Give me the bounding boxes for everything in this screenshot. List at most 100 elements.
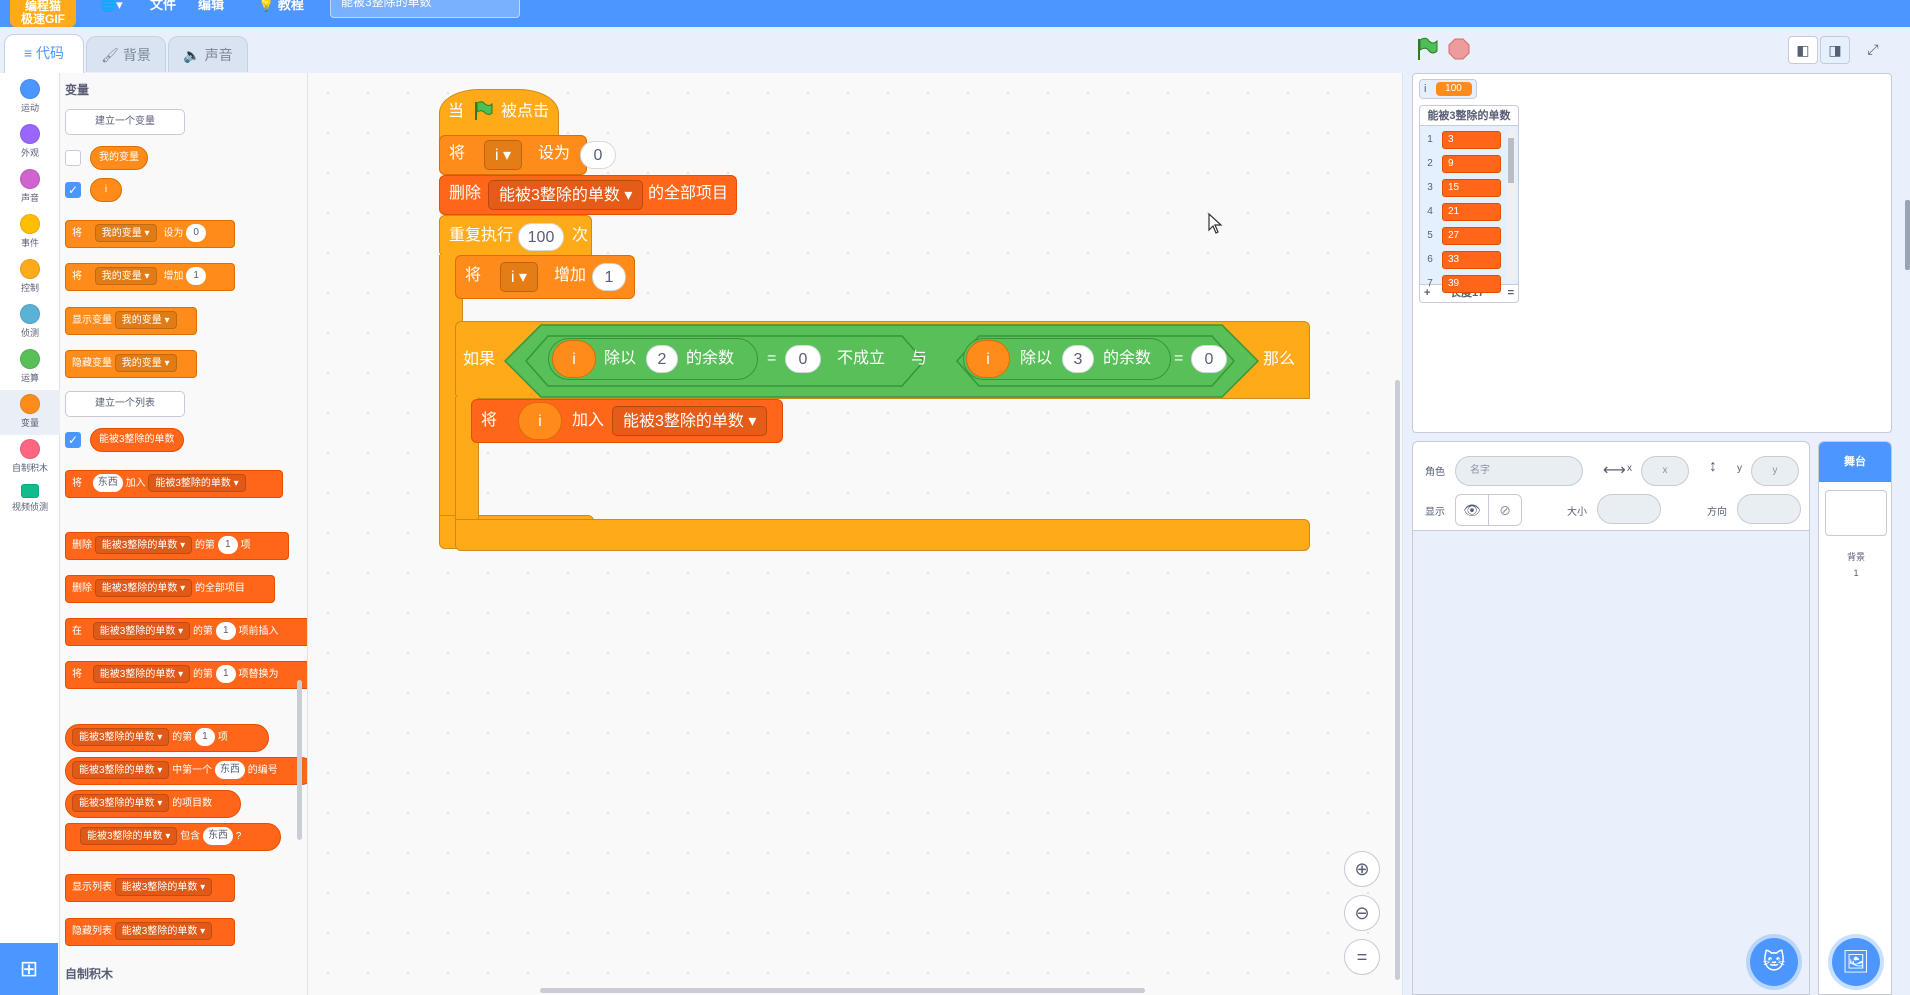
delete-index-input[interactable]: 1 [217, 536, 238, 555]
hide-list-block[interactable]: 隐藏列表 能被3整除的单数 ▾ [65, 918, 235, 946]
set-value-input[interactable]: 0 [186, 224, 207, 243]
category-8[interactable]: 变量 [0, 390, 60, 435]
variable-checkbox-my[interactable] [65, 150, 81, 166]
tab-code[interactable]: ≡ 代码 [4, 34, 84, 74]
list-row-value[interactable]: 39 [1442, 275, 1501, 293]
item-of-list-reporter[interactable]: 能被3整除的单数 ▾ 的第 1 项 [65, 724, 269, 752]
hide-sprite-button[interactable]: ⊘ [1488, 494, 1522, 526]
show-variable-dropdown[interactable]: 我的变量 ▾ [114, 311, 177, 330]
zoom-reset-button[interactable]: = [1344, 939, 1380, 975]
divisor-input-2[interactable]: 3 [1062, 345, 1094, 373]
tutorial-menu[interactable]: 💡 教程 [258, 0, 304, 27]
index-list-dropdown[interactable]: 能被3整除的单数 ▾ [72, 761, 170, 780]
variable-reporter-my[interactable]: 我的变量 [90, 146, 148, 170]
compare-input-2[interactable]: 0 [1191, 345, 1227, 373]
direction-input[interactable] [1737, 494, 1801, 524]
hide-variable-block[interactable]: 隐藏变量 我的变量 ▾ [65, 350, 197, 378]
list-checkbox[interactable]: ✓ [65, 432, 81, 448]
x-input[interactable]: x [1641, 456, 1689, 486]
make-variable-button[interactable]: 建立一个变量 [65, 109, 185, 135]
add-thing-input[interactable]: 东西 [92, 474, 123, 493]
show-variable-block[interactable]: 显示变量 我的变量 ▾ [65, 307, 197, 335]
change-variable-dropdown[interactable]: i ▾ [500, 262, 539, 292]
set-variable-block[interactable]: 将 我的变量 ▾ 设为 0 [65, 220, 235, 248]
list-monitor-row[interactable]: 13 [1424, 130, 1512, 152]
file-menu[interactable]: 文件 [150, 0, 176, 27]
add-list-dropdown[interactable]: 能被3整除的单数 ▾ [612, 406, 768, 436]
fullscreen-button[interactable]: ⤢ [1858, 36, 1888, 64]
list-row-value[interactable]: 15 [1442, 179, 1501, 197]
window-scrollbar[interactable] [1905, 200, 1910, 270]
sprite-name-input[interactable]: 名字 [1455, 456, 1583, 486]
category-5[interactable]: 控制 [0, 255, 60, 300]
size-input[interactable] [1597, 494, 1661, 524]
delete-all-dropdown[interactable]: 能被3整除的单数 ▾ [94, 579, 193, 598]
insert-list-dropdown[interactable]: 能被3整除的单数 ▾ [92, 622, 191, 641]
category-10[interactable]: 视频侦测 [0, 480, 60, 525]
category-9[interactable]: 自制积木 [0, 435, 60, 480]
script-workspace[interactable]: 当 被点击 将 i ▾ 设为 0 删除 能被3整除的单数 ▾ 的全部项目 重复执… [308, 73, 1403, 995]
category-1[interactable]: 运动 [0, 75, 60, 120]
contains-list-dropdown[interactable]: 能被3整除的单数 ▾ [80, 827, 178, 846]
list-row-value[interactable]: 33 [1442, 251, 1501, 269]
change-value-input[interactable]: 1 [592, 263, 626, 291]
index-of-reporter[interactable]: 能被3整除的单数 ▾ 中第一个 东西 的编号 [65, 757, 307, 785]
change-value-input[interactable]: 1 [186, 267, 207, 286]
length-list-dropdown[interactable]: 能被3整除的单数 ▾ [72, 794, 170, 813]
palette-scrollbar[interactable] [297, 680, 302, 840]
item-index-input[interactable]: 1 [194, 728, 215, 747]
stage-canvas[interactable]: i 100 能被3整除的单数 + 长度17 = 1 3 2 9 3 15 4 21 5 27 6 33… [1412, 73, 1892, 433]
logo[interactable]: 编程猫 极速GIF [10, 0, 76, 27]
large-stage-button[interactable]: ◨ [1820, 36, 1850, 64]
contains-thing-input[interactable]: 东西 [202, 827, 233, 846]
list-monitor-row[interactable]: 5 27 [1424, 226, 1512, 248]
tab-sounds[interactable]: 🔈 声音 [168, 36, 248, 72]
replace-index-input[interactable]: 1 [215, 665, 236, 684]
category-3[interactable]: 声音 [0, 165, 60, 210]
add-list-dropdown[interactable]: 能被3整除的单数 ▾ [148, 474, 246, 493]
list-monitor-row[interactable]: 3 15 [1424, 178, 1512, 200]
insert-index-input[interactable]: 1 [215, 622, 236, 641]
workspace-vertical-scrollbar[interactable] [1395, 380, 1400, 980]
category-6[interactable]: 侦测 [0, 300, 60, 345]
list-monitor-row[interactable]: 4 21 [1424, 202, 1512, 224]
delete-list-dropdown[interactable]: 能被3整除的单数 ▾ [94, 536, 193, 555]
set-variable-dropdown[interactable]: 我的变量 ▾ [94, 224, 157, 243]
variable-i-reporter-1[interactable]: i [552, 340, 596, 378]
list-row-value[interactable]: 3 [1442, 131, 1501, 149]
set-value-input[interactable]: 0 [580, 141, 616, 169]
zoom-out-button[interactable]: ⊖ [1344, 895, 1380, 931]
change-variable-dropdown[interactable]: 我的变量 ▾ [94, 267, 157, 286]
list-monitor[interactable]: 能被3整除的单数 + 长度17 = 1 3 2 9 3 15 4 21 5 27 6 33 7 39 [1419, 105, 1519, 303]
make-list-button[interactable]: 建立一个列表 [65, 391, 185, 417]
add-backdrop-button[interactable]: 🖼 [1832, 938, 1880, 986]
zoom-in-button[interactable]: ⊕ [1344, 851, 1380, 887]
category-4[interactable]: 事件 [0, 210, 60, 255]
project-title-input[interactable]: 能被3整除的单数 [330, 0, 520, 18]
delete-item-block[interactable]: 删除 能被3整除的单数 ▾ 的第 1 项 [65, 532, 289, 560]
delete-list-dropdown[interactable]: 能被3整除的单数 ▾ [488, 180, 644, 210]
list-row-value[interactable]: 27 [1442, 227, 1501, 245]
list-row-value[interactable]: 9 [1442, 155, 1501, 173]
item-list-dropdown[interactable]: 能被3整除的单数 ▾ [72, 728, 170, 747]
add-extension-button[interactable]: ⊞ [0, 943, 58, 995]
set-variable-dropdown[interactable]: i ▾ [484, 140, 523, 170]
list-reporter[interactable]: 能被3整除的单数 [90, 428, 184, 452]
list-monitor-row[interactable]: 6 33 [1424, 250, 1512, 272]
list-monitor-row[interactable]: 29 [1424, 154, 1512, 176]
variable-checkbox-i[interactable]: ✓ [65, 182, 81, 198]
edit-menu[interactable]: 编辑 [198, 0, 224, 27]
replace-item-block[interactable]: 将 能被3整除的单数 ▾ 的第 1 项替换为 [65, 661, 307, 689]
add-sprite-button[interactable]: 🐱 [1750, 938, 1798, 986]
tab-backdrops[interactable]: 🖌 背景 [86, 36, 166, 72]
index-thing-input[interactable]: 东西 [214, 761, 245, 780]
add-to-list-block[interactable]: 将 东西 加入 能被3整除的单数 ▾ [65, 470, 283, 498]
repeat-times-input[interactable]: 100 [518, 223, 564, 251]
show-sprite-button[interactable]: 👁 [1455, 494, 1489, 526]
stop-button[interactable] [1448, 38, 1470, 60]
hide-list-dropdown[interactable]: 能被3整除的单数 ▾ [114, 922, 213, 941]
delete-all-block[interactable]: 删除 能被3整除的单数 ▾ 的全部项目 [65, 575, 275, 603]
insert-item-block[interactable]: 在 能被3整除的单数 ▾ 的第 1 项前插入 [65, 618, 307, 646]
change-variable-block[interactable]: 将 我的变量 ▾ 增加 1 [65, 263, 235, 291]
green-flag-button[interactable] [1414, 36, 1440, 62]
